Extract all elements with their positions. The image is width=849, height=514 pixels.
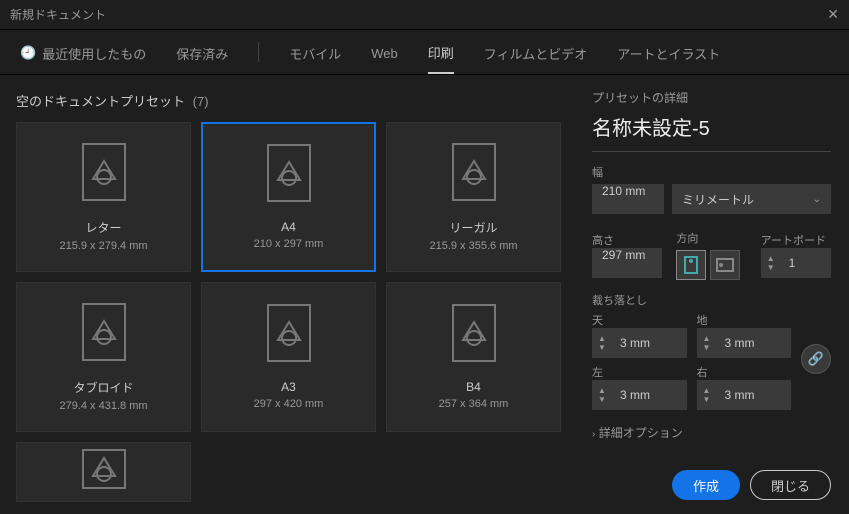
tab-recent[interactable]: 🕘 最近使用したもの	[20, 30, 146, 74]
window-title: 新規ドキュメント	[10, 6, 106, 23]
preset-card-dim: 215.9 x 279.4 mm	[59, 240, 147, 252]
bleed-link-button[interactable]: 🔗	[801, 344, 831, 374]
preset-name[interactable]: 名称未設定-5	[592, 112, 710, 141]
preset-card-name: リーガル	[449, 219, 497, 236]
artboard-label: アートボード	[761, 232, 831, 248]
close-button[interactable]: 閉じる	[750, 470, 831, 500]
bleed-bottom-label: 地	[697, 312, 792, 328]
preset-card-name: A3	[281, 380, 296, 394]
tab-web[interactable]: Web	[371, 30, 398, 74]
orientation-portrait-button[interactable]	[676, 250, 706, 280]
document-icon	[267, 304, 311, 362]
link-icon: 🔗	[808, 351, 824, 367]
landscape-icon	[716, 258, 734, 272]
preset-card[interactable]: タブロイド 279.4 x 431.8 mm	[16, 282, 191, 432]
bleed-top-label: 天	[592, 312, 687, 328]
presets-heading: 空のドキュメントプリセット	[16, 94, 185, 109]
width-input[interactable]: 210 mm	[592, 184, 664, 214]
preset-card[interactable]: A4 210 x 297 mm	[201, 122, 376, 272]
presets-panel: 空のドキュメントプリセット (7) レター 215.9 x 279.4 mm A4 2…	[0, 75, 574, 514]
orientation-label: 方向	[676, 230, 746, 246]
bleed-label: 裁ち落とし	[592, 292, 831, 308]
advanced-options-toggle[interactable]: › 詳細オプション	[592, 424, 831, 441]
tab-art[interactable]: アートとイラスト	[617, 30, 720, 74]
preset-card-name: レター	[85, 219, 121, 236]
preset-card[interactable]	[16, 442, 191, 502]
titlebar: 新規ドキュメント ✕	[0, 0, 849, 30]
document-icon	[452, 143, 496, 201]
preset-card-name: A4	[281, 220, 296, 234]
clock-icon: 🕘	[20, 45, 36, 61]
tab-mobile[interactable]: モバイル	[289, 30, 341, 74]
document-icon	[82, 303, 126, 361]
tab-print[interactable]: 印刷	[428, 30, 454, 74]
document-icon	[452, 304, 496, 362]
create-button[interactable]: 作成	[672, 470, 740, 500]
details-heading: プリセットの詳細	[592, 89, 831, 106]
bleed-bottom-input[interactable]: ▲▼3 mm	[697, 328, 792, 358]
chevron-right-icon: ›	[592, 429, 595, 440]
category-tabs: 🕘 最近使用したもの 保存済み モバイル Web 印刷 フィルムとビデオ アート…	[0, 30, 849, 75]
preset-card[interactable]: A3 297 x 420 mm	[201, 282, 376, 432]
chevron-down-icon: ⌄	[813, 194, 821, 205]
orientation-landscape-button[interactable]	[710, 250, 740, 280]
preset-card-dim: 210 x 297 mm	[254, 238, 324, 250]
bleed-left-label: 左	[592, 364, 687, 380]
document-icon	[267, 144, 311, 202]
bleed-right-label: 右	[697, 364, 792, 380]
preset-card-dim: 257 x 364 mm	[439, 398, 509, 410]
details-panel: プリセットの詳細 名称未設定-5 幅 210 mm ミリメートル ⌄ 高さ 29…	[574, 75, 849, 514]
divider	[258, 42, 259, 62]
width-label: 幅	[592, 164, 831, 180]
bleed-left-input[interactable]: ▲▼3 mm	[592, 380, 687, 410]
tab-film[interactable]: フィルムとビデオ	[484, 30, 587, 74]
portrait-icon	[684, 256, 698, 274]
document-icon	[82, 143, 126, 201]
preset-card-dim: 297 x 420 mm	[254, 398, 324, 410]
preset-card[interactable]: レター 215.9 x 279.4 mm	[16, 122, 191, 272]
preset-card-name: B4	[466, 380, 481, 394]
preset-card-dim: 215.9 x 355.6 mm	[429, 240, 517, 252]
unit-select[interactable]: ミリメートル ⌄	[672, 184, 831, 214]
presets-count: (7)	[193, 94, 209, 109]
preset-card[interactable]: リーガル 215.9 x 355.6 mm	[386, 122, 561, 272]
close-icon[interactable]: ✕	[827, 6, 839, 23]
bleed-top-input[interactable]: ▲▼3 mm	[592, 328, 687, 358]
preset-card[interactable]: B4 257 x 364 mm	[386, 282, 561, 432]
height-label: 高さ	[592, 232, 662, 248]
bleed-right-input[interactable]: ▲▼3 mm	[697, 380, 792, 410]
preset-grid: レター 215.9 x 279.4 mm A4 210 x 297 mm リーガル 215…	[16, 122, 558, 502]
artboard-stepper[interactable]: ▲▼ 1	[761, 248, 831, 278]
height-input[interactable]: 297 mm	[592, 248, 662, 278]
preset-card-name: タブロイド	[73, 379, 133, 396]
preset-card-dim: 279.4 x 431.8 mm	[59, 400, 147, 412]
document-icon	[82, 449, 126, 489]
tab-saved[interactable]: 保存済み	[176, 30, 228, 74]
